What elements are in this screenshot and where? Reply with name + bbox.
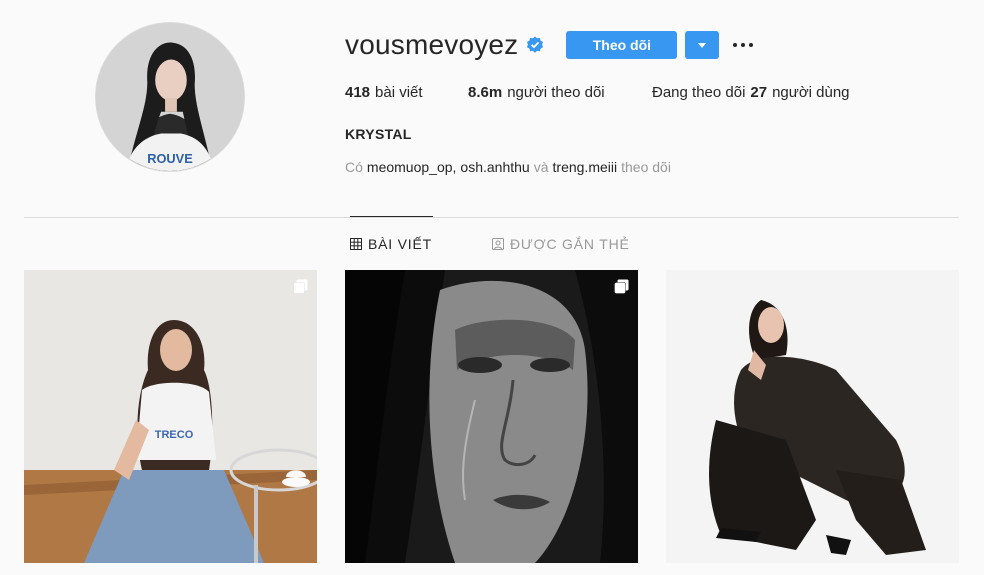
- multiple-photos-icon: [614, 279, 629, 294]
- tab-posts-label: BÀI VIẾT: [368, 236, 432, 252]
- profile-page: ROUVE vousmevoyez Theo dõi 418 bài viết …: [0, 0, 984, 575]
- tab-tagged-label: ĐƯỢC GẮN THẺ: [509, 236, 630, 252]
- post-thumbnail[interactable]: [345, 270, 638, 563]
- profile-divider: [24, 217, 959, 218]
- followers-stat[interactable]: 8.6m người theo dõi: [468, 84, 652, 101]
- more-dot-icon: [733, 43, 738, 47]
- following-count: 27: [750, 84, 768, 101]
- followed-by-prefix: Có: [345, 159, 363, 175]
- followed-by-line[interactable]: Có meomuop_op, osh.anhthu và treng.meiii…: [345, 159, 671, 175]
- post-thumbnail[interactable]: TRECO: [24, 270, 317, 563]
- posts-count: 418: [345, 84, 371, 101]
- followers-count: 8.6m: [468, 84, 503, 101]
- profile-full-name: KRYSTAL: [345, 126, 412, 142]
- post-image: [666, 270, 959, 563]
- profile-tabs: BÀI VIẾT ĐƯỢC GẮN THẺ: [350, 236, 630, 252]
- mutual-follower-link[interactable]: treng.meiii: [553, 159, 618, 175]
- followers-label: người theo dõi: [507, 84, 605, 101]
- profile-avatar[interactable]: ROUVE: [95, 22, 245, 172]
- grid-icon: [350, 238, 362, 250]
- post-image: [345, 270, 638, 563]
- following-prefix: Đang theo dõi: [652, 84, 746, 101]
- svg-text:TRECO: TRECO: [155, 429, 194, 441]
- follow-button[interactable]: Theo dõi: [566, 31, 678, 59]
- post-thumbnail[interactable]: [666, 270, 959, 563]
- chevron-down-icon: [698, 42, 707, 48]
- followed-by-suffix: theo dõi: [621, 159, 671, 175]
- followed-by-conjunction: và: [533, 159, 549, 175]
- post-image: TRECO: [24, 270, 317, 563]
- mutual-follower-link[interactable]: meomuop_op,: [367, 159, 457, 175]
- posts-count-stat: 418 bài viết: [345, 84, 468, 101]
- posts-label: bài viết: [375, 84, 423, 101]
- tagged-icon: [491, 238, 504, 250]
- more-dot-icon: [749, 43, 754, 47]
- svg-text:ROUVE: ROUVE: [147, 151, 193, 166]
- following-stat[interactable]: Đang theo dõi 27 người dùng: [652, 84, 850, 101]
- verified-badge-icon: [526, 36, 544, 54]
- more-dot-icon: [741, 43, 746, 47]
- active-tab-indicator: [350, 216, 433, 217]
- tab-posts[interactable]: BÀI VIẾT: [350, 236, 432, 252]
- username-row: vousmevoyez Theo dõi: [345, 28, 754, 62]
- mutual-follower-link[interactable]: osh.anhthu: [460, 159, 529, 175]
- username: vousmevoyez: [345, 29, 519, 60]
- following-suffix: người dùng: [772, 84, 850, 101]
- multiple-photos-icon: [293, 279, 308, 294]
- more-options-button[interactable]: [733, 31, 754, 59]
- posts-grid: TRECO: [24, 270, 959, 563]
- profile-stats: 418 bài viết 8.6m người theo dõi Đang th…: [345, 84, 850, 101]
- tab-tagged[interactable]: ĐƯỢC GẮN THẺ: [491, 236, 630, 252]
- avatar-image: ROUVE: [96, 23, 244, 171]
- suggested-accounts-dropdown-button[interactable]: [685, 31, 720, 59]
